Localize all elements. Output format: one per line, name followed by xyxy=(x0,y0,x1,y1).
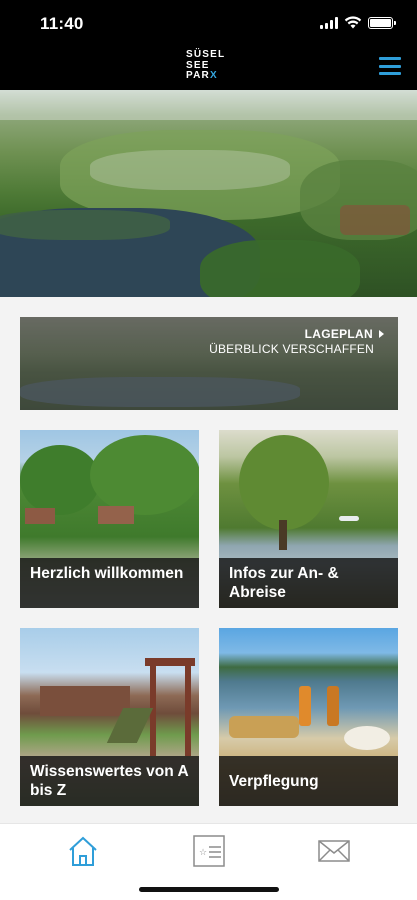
cellular-signal-icon xyxy=(320,16,338,29)
status-time: 11:40 xyxy=(40,14,84,33)
chevron-right-icon xyxy=(379,330,384,338)
wifi-icon xyxy=(344,16,362,29)
hero-image xyxy=(0,90,417,297)
tile-label: Wissenswertes von A bis Z xyxy=(20,756,199,806)
tile-verpflegung[interactable]: Verpflegung xyxy=(219,628,398,806)
app-header: SÜSEL SEE PARX xyxy=(0,46,417,90)
home-icon[interactable] xyxy=(66,834,100,868)
battery-icon xyxy=(368,16,396,29)
tile-label: Infos zur An- & Abreise xyxy=(219,558,398,608)
app-screen: 11:40 SÜSEL SEE PARX LAGEPLAN ÜBERBLICK … xyxy=(0,0,417,900)
mail-icon[interactable] xyxy=(317,834,351,868)
svg-text:☆: ☆ xyxy=(199,848,207,858)
id-card-icon[interactable]: ☆ xyxy=(192,834,226,868)
tile-infos-an-abreise[interactable]: Infos zur An- & Abreise xyxy=(219,430,398,608)
home-indicator xyxy=(139,887,279,892)
lageplan-subtitle: ÜBERBLICK VERSCHAFFEN xyxy=(209,342,374,356)
lageplan-title: LAGEPLAN xyxy=(305,327,384,341)
lageplan-banner[interactable]: LAGEPLAN ÜBERBLICK VERSCHAFFEN xyxy=(20,317,398,410)
tile-herzlich-willkommen[interactable]: Herzlich willkommen xyxy=(20,430,199,608)
tile-wissenswertes[interactable]: Wissenswertes von A bis Z xyxy=(20,628,199,806)
susel-see-park-logo: SÜSEL SEE PARX xyxy=(186,49,226,81)
status-icons xyxy=(320,16,396,29)
tile-label: Verpflegung xyxy=(219,756,398,806)
status-bar: 11:40 xyxy=(0,0,417,46)
tile-label: Herzlich willkommen xyxy=(20,558,199,608)
hamburger-menu-icon[interactable] xyxy=(379,57,401,75)
